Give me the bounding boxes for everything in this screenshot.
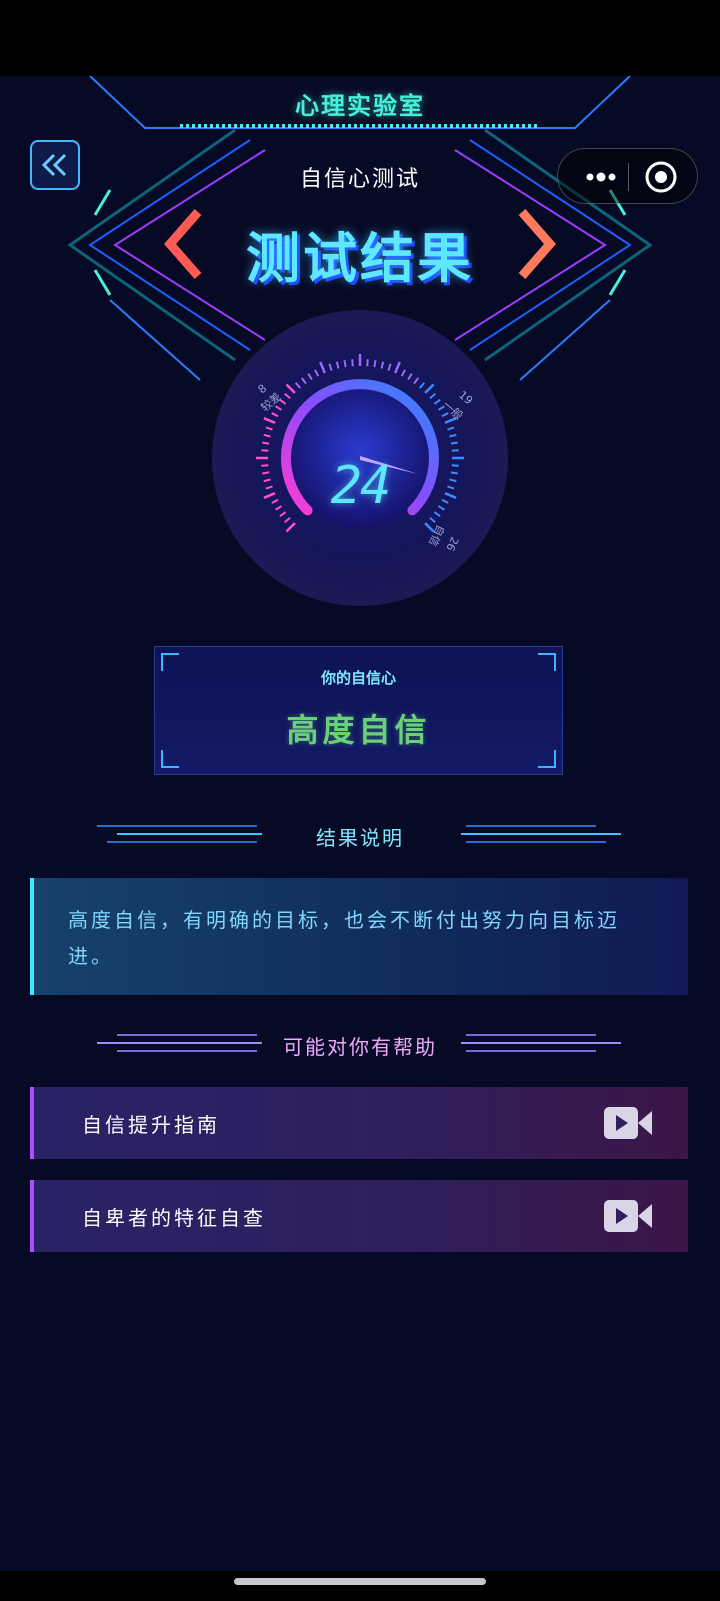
heading-lines-right bbox=[461, 825, 621, 843]
chevron-right-icon bbox=[518, 209, 556, 279]
help-item-confidence-guide[interactable]: 自信提升指南 bbox=[30, 1087, 688, 1159]
score-value: 24 bbox=[330, 456, 392, 516]
lab-title: 心理实验室 bbox=[295, 92, 425, 120]
video-icon bbox=[604, 1107, 652, 1139]
result-title: 测试结果 bbox=[246, 227, 474, 290]
corner-decoration bbox=[161, 750, 179, 768]
heading-lines-right bbox=[461, 1034, 621, 1052]
gauge-tick bbox=[262, 441, 270, 445]
status-bar bbox=[0, 0, 720, 76]
gauge-tick bbox=[351, 359, 354, 367]
help-heading: 可能对你有帮助 bbox=[0, 1023, 720, 1063]
gauge-tick bbox=[366, 359, 369, 367]
explanation-heading: 结果说明 bbox=[0, 814, 720, 854]
result-level: 高度自信 bbox=[286, 711, 431, 749]
help-item-label: 自信提升指南 bbox=[82, 1113, 220, 1137]
help-item-label: 自卑者的特征自查 bbox=[82, 1206, 266, 1230]
corner-decoration bbox=[538, 750, 556, 768]
explanation-text: 高度自信，有明确的目标，也会不断付出努力向目标迈进。 bbox=[68, 908, 620, 968]
result-box: 你的自信心 高度自信 bbox=[154, 646, 563, 775]
help-item-self-check[interactable]: 自卑者的特征自查 bbox=[30, 1180, 688, 1252]
home-indicator bbox=[234, 1578, 486, 1585]
result-caption: 你的自信心 bbox=[320, 669, 396, 687]
test-name: 自信心测试 bbox=[299, 167, 420, 192]
gauge-tick bbox=[373, 360, 377, 368]
gauge-tick bbox=[261, 449, 269, 452]
bottom-bar bbox=[0, 1571, 720, 1601]
gauge-tick bbox=[451, 449, 459, 452]
gauge-tick bbox=[343, 360, 347, 368]
explanation-card: 高度自信，有明确的目标，也会不断付出努力向目标迈进。 bbox=[30, 878, 688, 995]
video-icon bbox=[604, 1200, 652, 1232]
gauge-tick bbox=[450, 441, 458, 445]
